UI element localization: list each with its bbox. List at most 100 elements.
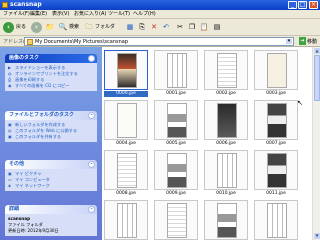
go-arrow-icon[interactable]: ➜ [299,37,306,45]
thumbnail-item[interactable]: 0000.jpe [104,50,156,98]
paste-icon[interactable]: 📋 [199,23,209,32]
chevron-up-icon[interactable]: ⌃ [88,112,95,119]
vertical-scrollbar[interactable]: ▲ ▼ [312,47,320,240]
explorer-window: scansnap _ □ × ファイル(F) 編集(E) 表示(V) お気に入り… [0,0,320,240]
mouse-cursor-icon: ↖ [297,99,303,107]
thumbnail-image [117,103,137,138]
file-tasks-header[interactable]: ファイルとフォルダのタスク ⌃ [5,111,97,120]
task-share-folder[interactable]: ▣ このフォルダを共有する [8,134,94,140]
chevron-up-icon[interactable]: ⌃ [88,55,95,62]
thumbnail-item[interactable]: 0006.jpe [204,100,256,148]
other-places-panel: その他 ⌃ ▣ マイ ピクチャ ▭ マイ コンピュータ ◈ マイ ネットワーク [5,160,97,191]
task-pane: 画像のタスク ⌃ ▶ スライドショーを表示する ◍ オンラインでプリントを注文する … [0,47,102,240]
network-icon: ◈ [8,183,12,188]
views-icon[interactable]: ▦ [125,23,135,32]
thumbnail-item[interactable]: 0004.jpe [104,100,156,148]
details-date: 更新日時: 2012年9月30日 [8,228,59,233]
chevron-down-icon[interactable]: ▾ [286,39,292,44]
cut-icon[interactable]: ✂ [175,23,185,32]
details-panel: 詳細 ⌃ scansnap ファイル フォルダ 更新日時: 2012年9月30日 [5,205,97,236]
thumbnail-image [117,203,137,238]
details-header[interactable]: 詳細 ⌃ [5,205,97,214]
copy-to-icon[interactable]: ⎘ [137,23,147,32]
slideshow-icon: ▶ [8,65,12,70]
thumbnail-item[interactable]: 0008.jpe [104,150,156,198]
menu-help[interactable]: ヘルプ(H) [133,11,156,18]
menu-edit[interactable]: 編集(E) [30,11,47,18]
thumbnail-image [167,103,187,138]
close-button[interactable]: × [309,1,318,9]
menu-favorites[interactable]: お気に入り(A) [74,11,106,18]
minimize-button[interactable]: _ [288,1,297,9]
new-folder-icon: ▣ [8,122,12,127]
thumbnail-item[interactable] [104,200,156,240]
copy-icon[interactable]: ❐ [187,23,197,32]
chevron-up-icon[interactable]: ⌃ [88,206,95,213]
scroll-up-icon[interactable]: ▲ [314,48,320,54]
title-bar[interactable]: scansnap _ □ × [0,0,320,10]
thumbnail-filename: 0000.jpe [104,91,148,97]
thumbnail-frame [154,100,198,140]
thumbnail-image [217,203,237,238]
delete-icon[interactable]: ✕ [149,23,159,32]
thumbnail-image [167,203,187,238]
maximize-button[interactable]: □ [298,1,307,9]
thumbnail-frame [254,150,298,190]
thumbnail-image [267,203,287,238]
folder-icon [27,39,33,45]
pictures-folder-icon: ▣ [8,171,12,176]
thumbnail-frame [204,200,248,240]
thumbnail-image [117,153,137,188]
menu-view[interactable]: 表示(V) [52,11,69,18]
thumbnail-image [267,53,287,88]
task-copy-cd[interactable]: ◉ すべての画像を CD にコピー [8,83,94,89]
back-button[interactable]: 戻る [16,22,26,33]
thumbnail-item[interactable]: 0007.jpe [254,100,306,148]
thumbnail-item[interactable] [154,200,206,240]
folders-button[interactable]: フォルダ [95,22,115,33]
place-my-network[interactable]: ◈ マイ ネットワーク [8,183,94,189]
up-folder-icon[interactable]: 📁 [45,23,55,32]
thumbnail-item[interactable]: 0009.jpe [154,150,206,198]
thumbnail-frame [204,100,248,140]
scroll-down-icon[interactable]: ▼ [314,233,320,239]
web-publish-icon: ◍ [8,128,12,133]
cd-icon: ◉ [8,83,12,88]
chevron-up-icon[interactable]: ⌃ [88,161,95,168]
address-input[interactable]: My Documents\My Pictures\scansnap ▾ [24,37,294,46]
undo-icon[interactable]: ↶ [161,23,171,32]
thumbnail-item[interactable] [254,200,306,240]
panel-title: その他 [9,161,25,167]
folders-icon[interactable]: 🗀 [84,23,94,32]
thumbnail-image [167,53,187,88]
other-places-header[interactable]: その他 ⌃ [5,160,97,169]
image-tasks-header[interactable]: 画像のタスク ⌃ [5,54,97,63]
thumbnail-item[interactable]: 0002.jpe [204,50,256,98]
computer-icon: ▭ [8,177,12,182]
menu-tools[interactable]: ツール(T) [108,11,130,18]
thumbnail-filename: 0011.jpe [266,191,286,196]
thumbnail-item[interactable]: 0010.jpe [204,150,256,198]
thumbnail-filename: 0009.jpe [166,191,186,196]
thumbnail-frame [254,200,298,240]
search-icon[interactable]: 🔍 [58,23,68,32]
toolbar: ‹ 戻る › 📁 🔍 検索 🗀 フォルダ ▦ ⎘ ✕ ↶ ✂ ❐ 📋 ▤ [0,19,320,36]
thumbnail-item[interactable]: 0005.jpe [154,100,206,148]
thumbnail-image [217,103,237,138]
back-arrow-icon[interactable]: ‹ [3,22,14,33]
thumbnail-item[interactable]: 0003.jpe [254,50,306,98]
thumbnail-item[interactable] [204,200,256,240]
thumbnail-item[interactable]: 0011.jpe [254,150,306,198]
search-button[interactable]: 検索 [69,22,79,33]
scrollbar-thumb[interactable] [314,55,320,101]
folder-options-icon[interactable]: ▤ [212,23,222,32]
file-view: 0000.jpe 0001.jpe 0002.jpe 0003.jpe 0004.jpe… [102,47,320,240]
thumbnail-image [217,153,237,188]
forward-arrow-icon[interactable]: › [31,22,42,33]
go-button[interactable]: 移動 [307,38,317,45]
thumbnail-image [217,53,237,88]
thumbnail-frame [104,50,148,90]
menu-file[interactable]: ファイル(F) [3,11,30,18]
thumbnail-item[interactable]: 0001.jpe [154,50,206,98]
address-path: My Documents\My Pictures\scansnap [35,39,129,45]
